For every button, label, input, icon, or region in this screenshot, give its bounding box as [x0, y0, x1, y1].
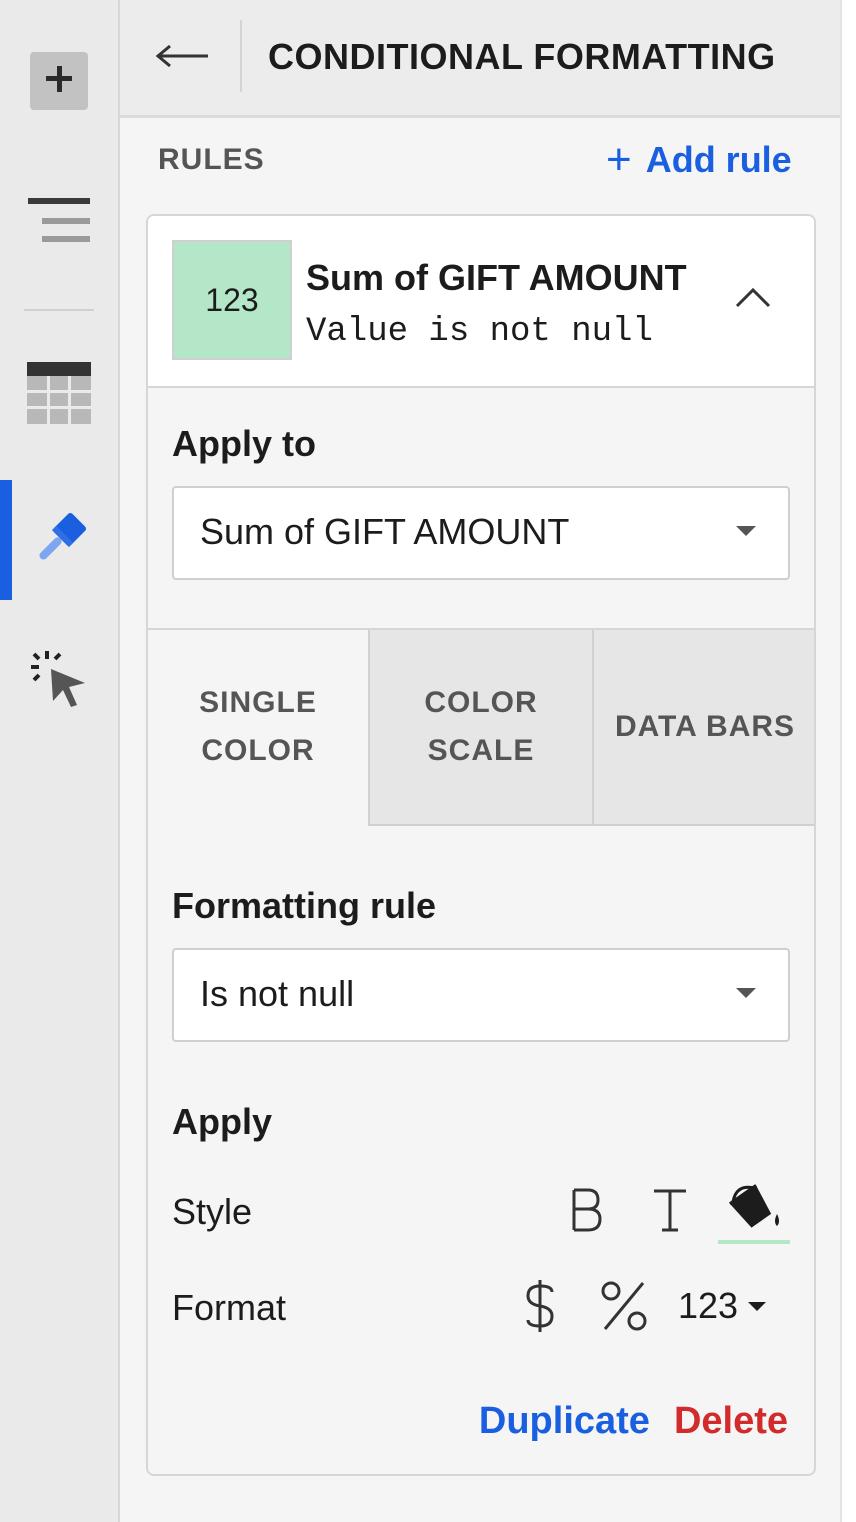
chevron-up-icon — [735, 286, 771, 313]
text-color-icon — [652, 1186, 688, 1239]
align-left-icon — [28, 196, 90, 251]
panel-title: CONDITIONAL FORMATTING — [268, 36, 776, 77]
tab-label: SINGLE COLOR — [199, 686, 317, 767]
collapse-button[interactable] — [728, 274, 778, 324]
delete-button[interactable]: Delete — [674, 1400, 788, 1442]
formatting-rule-label: Formatting rule — [172, 885, 437, 926]
table-icon — [27, 360, 91, 431]
tab-label: COLOR SCALE — [424, 686, 538, 767]
fill-color-indicator — [718, 1240, 790, 1244]
rule-actions: Duplicate Delete — [148, 1396, 788, 1446]
plus-icon: + — [606, 135, 632, 184]
tab-data-bars[interactable]: DATA BARS — [592, 630, 814, 826]
rule-preview-swatch: 123 — [172, 240, 292, 360]
plus-icon — [43, 63, 75, 100]
fill-color-button[interactable] — [722, 1176, 788, 1240]
header-divider — [240, 20, 242, 92]
arrow-left-icon — [154, 44, 210, 73]
add-rule-button[interactable]: + Add rule — [606, 136, 792, 184]
cursor-click-icon — [27, 647, 91, 716]
formatting-rule-value: Is not null — [200, 973, 355, 1014]
rule-description: Value is not null — [306, 313, 653, 351]
formatting-rule-select[interactable]: Is not null — [172, 948, 790, 1042]
rule-card: 123 Sum of GIFT AMOUNT Value is not null… — [146, 214, 816, 1476]
format-type-tabs: SINGLE COLOR COLOR SCALE DATA BARS — [148, 628, 814, 826]
percent-icon — [599, 1279, 649, 1338]
tab-single-color[interactable]: SINGLE COLOR — [148, 630, 368, 824]
apply-to-select[interactable]: Sum of GIFT AMOUNT — [172, 486, 790, 580]
panel-header: CONDITIONAL FORMATTING — [120, 0, 840, 118]
conditional-formatting-panel: CONDITIONAL FORMATTING RULES + Add rule … — [120, 0, 840, 1522]
add-button[interactable] — [30, 52, 88, 110]
currency-button[interactable] — [512, 1276, 568, 1340]
format-label: Format — [172, 1287, 287, 1328]
bold-icon — [568, 1186, 604, 1239]
table-button[interactable] — [0, 360, 118, 430]
bold-button[interactable] — [558, 1180, 614, 1244]
paintbrush-icon — [29, 510, 89, 575]
left-rail — [0, 0, 120, 1522]
number-format-label: 123 — [678, 1285, 739, 1326]
apply-label: Apply — [172, 1101, 273, 1142]
caret-down-icon — [736, 526, 756, 536]
currency-icon — [522, 1278, 558, 1339]
tab-label: DATA BARS — [614, 710, 796, 743]
style-label: Style — [172, 1191, 253, 1232]
duplicate-button[interactable]: Duplicate — [479, 1400, 650, 1442]
tab-color-scale[interactable]: COLOR SCALE — [368, 630, 592, 826]
number-format-dropdown[interactable]: 123 — [678, 1284, 767, 1328]
back-button[interactable] — [150, 30, 214, 86]
rail-divider — [24, 309, 94, 311]
format-panel-button[interactable] — [0, 196, 118, 250]
conditional-formatting-button[interactable] — [0, 510, 118, 574]
caret-down-icon — [748, 1301, 767, 1311]
percent-button[interactable] — [594, 1276, 654, 1340]
fill-color-icon — [725, 1178, 785, 1239]
actions-button[interactable] — [0, 648, 118, 714]
rule-summary[interactable]: 123 Sum of GIFT AMOUNT Value is not null — [148, 216, 814, 388]
rule-title: Sum of GIFT AMOUNT — [306, 257, 687, 298]
apply-to-value: Sum of GIFT AMOUNT — [200, 511, 570, 552]
text-color-button[interactable] — [642, 1180, 698, 1244]
caret-down-icon — [736, 988, 756, 998]
rules-label: RULES — [158, 143, 265, 176]
apply-to-label: Apply to — [172, 423, 316, 464]
scrollbar[interactable] — [840, 0, 856, 1522]
add-rule-label: Add rule — [645, 139, 792, 180]
